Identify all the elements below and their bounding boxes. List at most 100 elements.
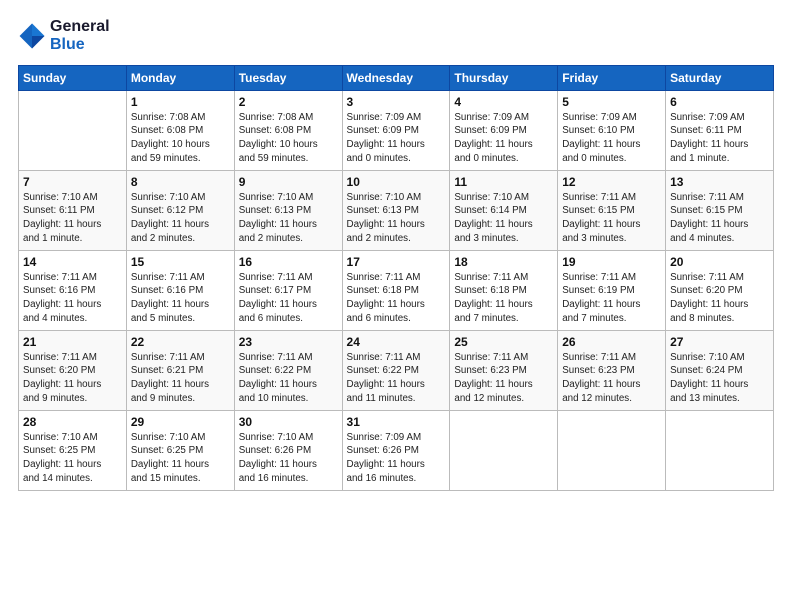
day-cell: 21 Sunrise: 7:11 AM Sunset: 6:20 PM Dayli…	[19, 330, 127, 410]
day-cell: 24 Sunrise: 7:11 AM Sunset: 6:22 PM Dayli…	[342, 330, 450, 410]
day-cell: 9Sunrise: 7:10 AM Sunset: 6:13 PM Daylig…	[234, 170, 342, 250]
day-number: 10	[347, 175, 446, 189]
day-info: Sunrise: 7:11 AM Sunset: 6:17 PM Dayligh…	[239, 271, 338, 326]
calendar-body: 1 Sunrise: 7:08 AM Sunset: 6:08 PM Daylig…	[19, 90, 774, 490]
day-cell: 6 Sunrise: 7:09 AM Sunset: 6:11 PM Daylig…	[666, 90, 774, 170]
logo-icon	[18, 22, 46, 50]
weekday-row: SundayMondayTuesdayWednesdayThursdayFrid…	[19, 65, 774, 90]
weekday-header-tuesday: Tuesday	[234, 65, 342, 90]
day-info: Sunrise: 7:10 AM Sunset: 6:11 PM Dayligh…	[23, 191, 122, 246]
day-number: 28	[23, 415, 122, 429]
day-number: 30	[239, 415, 338, 429]
day-info: Sunrise: 7:11 AM Sunset: 6:22 PM Dayligh…	[239, 351, 338, 406]
day-cell: 7 Sunrise: 7:10 AM Sunset: 6:11 PM Daylig…	[19, 170, 127, 250]
day-number: 11	[454, 175, 553, 189]
day-number: 31	[347, 415, 446, 429]
day-info: Sunrise: 7:11 AM Sunset: 6:23 PM Dayligh…	[562, 351, 661, 406]
day-number: 1	[131, 95, 230, 109]
day-cell: 8 Sunrise: 7:10 AM Sunset: 6:12 PM Daylig…	[126, 170, 234, 250]
day-info: Sunrise: 7:10 AM Sunset: 6:25 PM Dayligh…	[23, 431, 122, 486]
day-number: 23	[239, 335, 338, 349]
day-info: Sunrise: 7:09 AM Sunset: 6:26 PM Dayligh…	[347, 431, 446, 486]
day-info: Sunrise: 7:11 AM Sunset: 6:23 PM Dayligh…	[454, 351, 553, 406]
weekday-header-monday: Monday	[126, 65, 234, 90]
day-number: 21	[23, 335, 122, 349]
day-info: Sunrise: 7:08 AM Sunset: 6:08 PM Dayligh…	[131, 111, 230, 166]
day-cell: 15 Sunrise: 7:11 AM Sunset: 6:16 PM Dayli…	[126, 250, 234, 330]
day-info: Sunrise: 7:10 AM Sunset: 6:12 PM Dayligh…	[131, 191, 230, 246]
day-cell: 28 Sunrise: 7:10 AM Sunset: 6:25 PM Dayli…	[19, 410, 127, 490]
day-info: Sunrise: 7:11 AM Sunset: 6:16 PM Dayligh…	[131, 271, 230, 326]
day-number: 12	[562, 175, 661, 189]
day-number: 13	[670, 175, 769, 189]
day-number: 20	[670, 255, 769, 269]
calendar-table: SundayMondayTuesdayWednesdayThursdayFrid…	[18, 65, 774, 491]
day-info: Sunrise: 7:10 AM Sunset: 6:13 PM Dayligh…	[347, 191, 446, 246]
day-info: Sunrise: 7:11 AM Sunset: 6:22 PM Dayligh…	[347, 351, 446, 406]
day-info: Sunrise: 7:11 AM Sunset: 6:15 PM Dayligh…	[670, 191, 769, 246]
day-number: 8	[131, 175, 230, 189]
day-cell: 23 Sunrise: 7:11 AM Sunset: 6:22 PM Dayli…	[234, 330, 342, 410]
day-cell	[558, 410, 666, 490]
day-cell: 30 Sunrise: 7:10 AM Sunset: 6:26 PM Dayli…	[234, 410, 342, 490]
day-info: Sunrise: 7:11 AM Sunset: 6:21 PM Dayligh…	[131, 351, 230, 406]
weekday-header-wednesday: Wednesday	[342, 65, 450, 90]
day-cell: 10 Sunrise: 7:10 AM Sunset: 6:13 PM Dayli…	[342, 170, 450, 250]
day-info: Sunrise: 7:11 AM Sunset: 6:18 PM Dayligh…	[347, 271, 446, 326]
day-info: Sunrise: 7:11 AM Sunset: 6:15 PM Dayligh…	[562, 191, 661, 246]
day-cell: 19Sunrise: 7:11 AM Sunset: 6:19 PM Dayli…	[558, 250, 666, 330]
day-info: Sunrise: 7:08 AM Sunset: 6:08 PM Dayligh…	[239, 111, 338, 166]
day-info: Sunrise: 7:09 AM Sunset: 6:11 PM Dayligh…	[670, 111, 769, 166]
day-cell: 26 Sunrise: 7:11 AM Sunset: 6:23 PM Dayli…	[558, 330, 666, 410]
weekday-header-saturday: Saturday	[666, 65, 774, 90]
day-info: Sunrise: 7:09 AM Sunset: 6:09 PM Dayligh…	[454, 111, 553, 166]
page: General Blue SundayMondayTuesdayWednesda…	[0, 0, 792, 612]
day-cell: 4 Sunrise: 7:09 AM Sunset: 6:09 PM Daylig…	[450, 90, 558, 170]
weekday-header-sunday: Sunday	[19, 65, 127, 90]
day-number: 19	[562, 255, 661, 269]
logo-text: General Blue	[50, 18, 110, 55]
week-row-4: 28 Sunrise: 7:10 AM Sunset: 6:25 PM Dayli…	[19, 410, 774, 490]
day-number: 9	[239, 175, 338, 189]
day-info: Sunrise: 7:11 AM Sunset: 6:16 PM Dayligh…	[23, 271, 122, 326]
day-cell: 11 Sunrise: 7:10 AM Sunset: 6:14 PM Dayli…	[450, 170, 558, 250]
day-info: Sunrise: 7:10 AM Sunset: 6:26 PM Dayligh…	[239, 431, 338, 486]
day-number: 3	[347, 95, 446, 109]
day-number: 15	[131, 255, 230, 269]
day-cell: 3 Sunrise: 7:09 AM Sunset: 6:09 PM Daylig…	[342, 90, 450, 170]
day-cell: 16Sunrise: 7:11 AM Sunset: 6:17 PM Dayli…	[234, 250, 342, 330]
day-number: 7	[23, 175, 122, 189]
day-number: 6	[670, 95, 769, 109]
day-cell: 25 Sunrise: 7:11 AM Sunset: 6:23 PM Dayli…	[450, 330, 558, 410]
day-number: 14	[23, 255, 122, 269]
calendar-header: SundayMondayTuesdayWednesdayThursdayFrid…	[19, 65, 774, 90]
day-info: Sunrise: 7:11 AM Sunset: 6:20 PM Dayligh…	[23, 351, 122, 406]
day-number: 25	[454, 335, 553, 349]
day-cell	[666, 410, 774, 490]
day-number: 4	[454, 95, 553, 109]
day-cell	[19, 90, 127, 170]
day-cell: 22Sunrise: 7:11 AM Sunset: 6:21 PM Dayli…	[126, 330, 234, 410]
day-number: 24	[347, 335, 446, 349]
day-info: Sunrise: 7:10 AM Sunset: 6:24 PM Dayligh…	[670, 351, 769, 406]
day-number: 5	[562, 95, 661, 109]
day-cell: 18 Sunrise: 7:11 AM Sunset: 6:18 PM Dayli…	[450, 250, 558, 330]
header-area: General Blue	[18, 18, 774, 55]
day-cell: 27Sunrise: 7:10 AM Sunset: 6:24 PM Dayli…	[666, 330, 774, 410]
day-info: Sunrise: 7:09 AM Sunset: 6:10 PM Dayligh…	[562, 111, 661, 166]
day-cell: 5 Sunrise: 7:09 AM Sunset: 6:10 PM Daylig…	[558, 90, 666, 170]
day-cell: 13 Sunrise: 7:11 AM Sunset: 6:15 PM Dayli…	[666, 170, 774, 250]
day-number: 18	[454, 255, 553, 269]
day-info: Sunrise: 7:10 AM Sunset: 6:25 PM Dayligh…	[131, 431, 230, 486]
day-info: Sunrise: 7:11 AM Sunset: 6:20 PM Dayligh…	[670, 271, 769, 326]
day-info: Sunrise: 7:10 AM Sunset: 6:14 PM Dayligh…	[454, 191, 553, 246]
day-cell: 2Sunrise: 7:08 AM Sunset: 6:08 PM Daylig…	[234, 90, 342, 170]
week-row-0: 1 Sunrise: 7:08 AM Sunset: 6:08 PM Daylig…	[19, 90, 774, 170]
weekday-header-friday: Friday	[558, 65, 666, 90]
day-info: Sunrise: 7:11 AM Sunset: 6:18 PM Dayligh…	[454, 271, 553, 326]
day-cell: 20 Sunrise: 7:11 AM Sunset: 6:20 PM Dayli…	[666, 250, 774, 330]
day-number: 26	[562, 335, 661, 349]
day-cell: 29Sunrise: 7:10 AM Sunset: 6:25 PM Dayli…	[126, 410, 234, 490]
day-cell: 17Sunrise: 7:11 AM Sunset: 6:18 PM Dayli…	[342, 250, 450, 330]
day-info: Sunrise: 7:09 AM Sunset: 6:09 PM Dayligh…	[347, 111, 446, 166]
